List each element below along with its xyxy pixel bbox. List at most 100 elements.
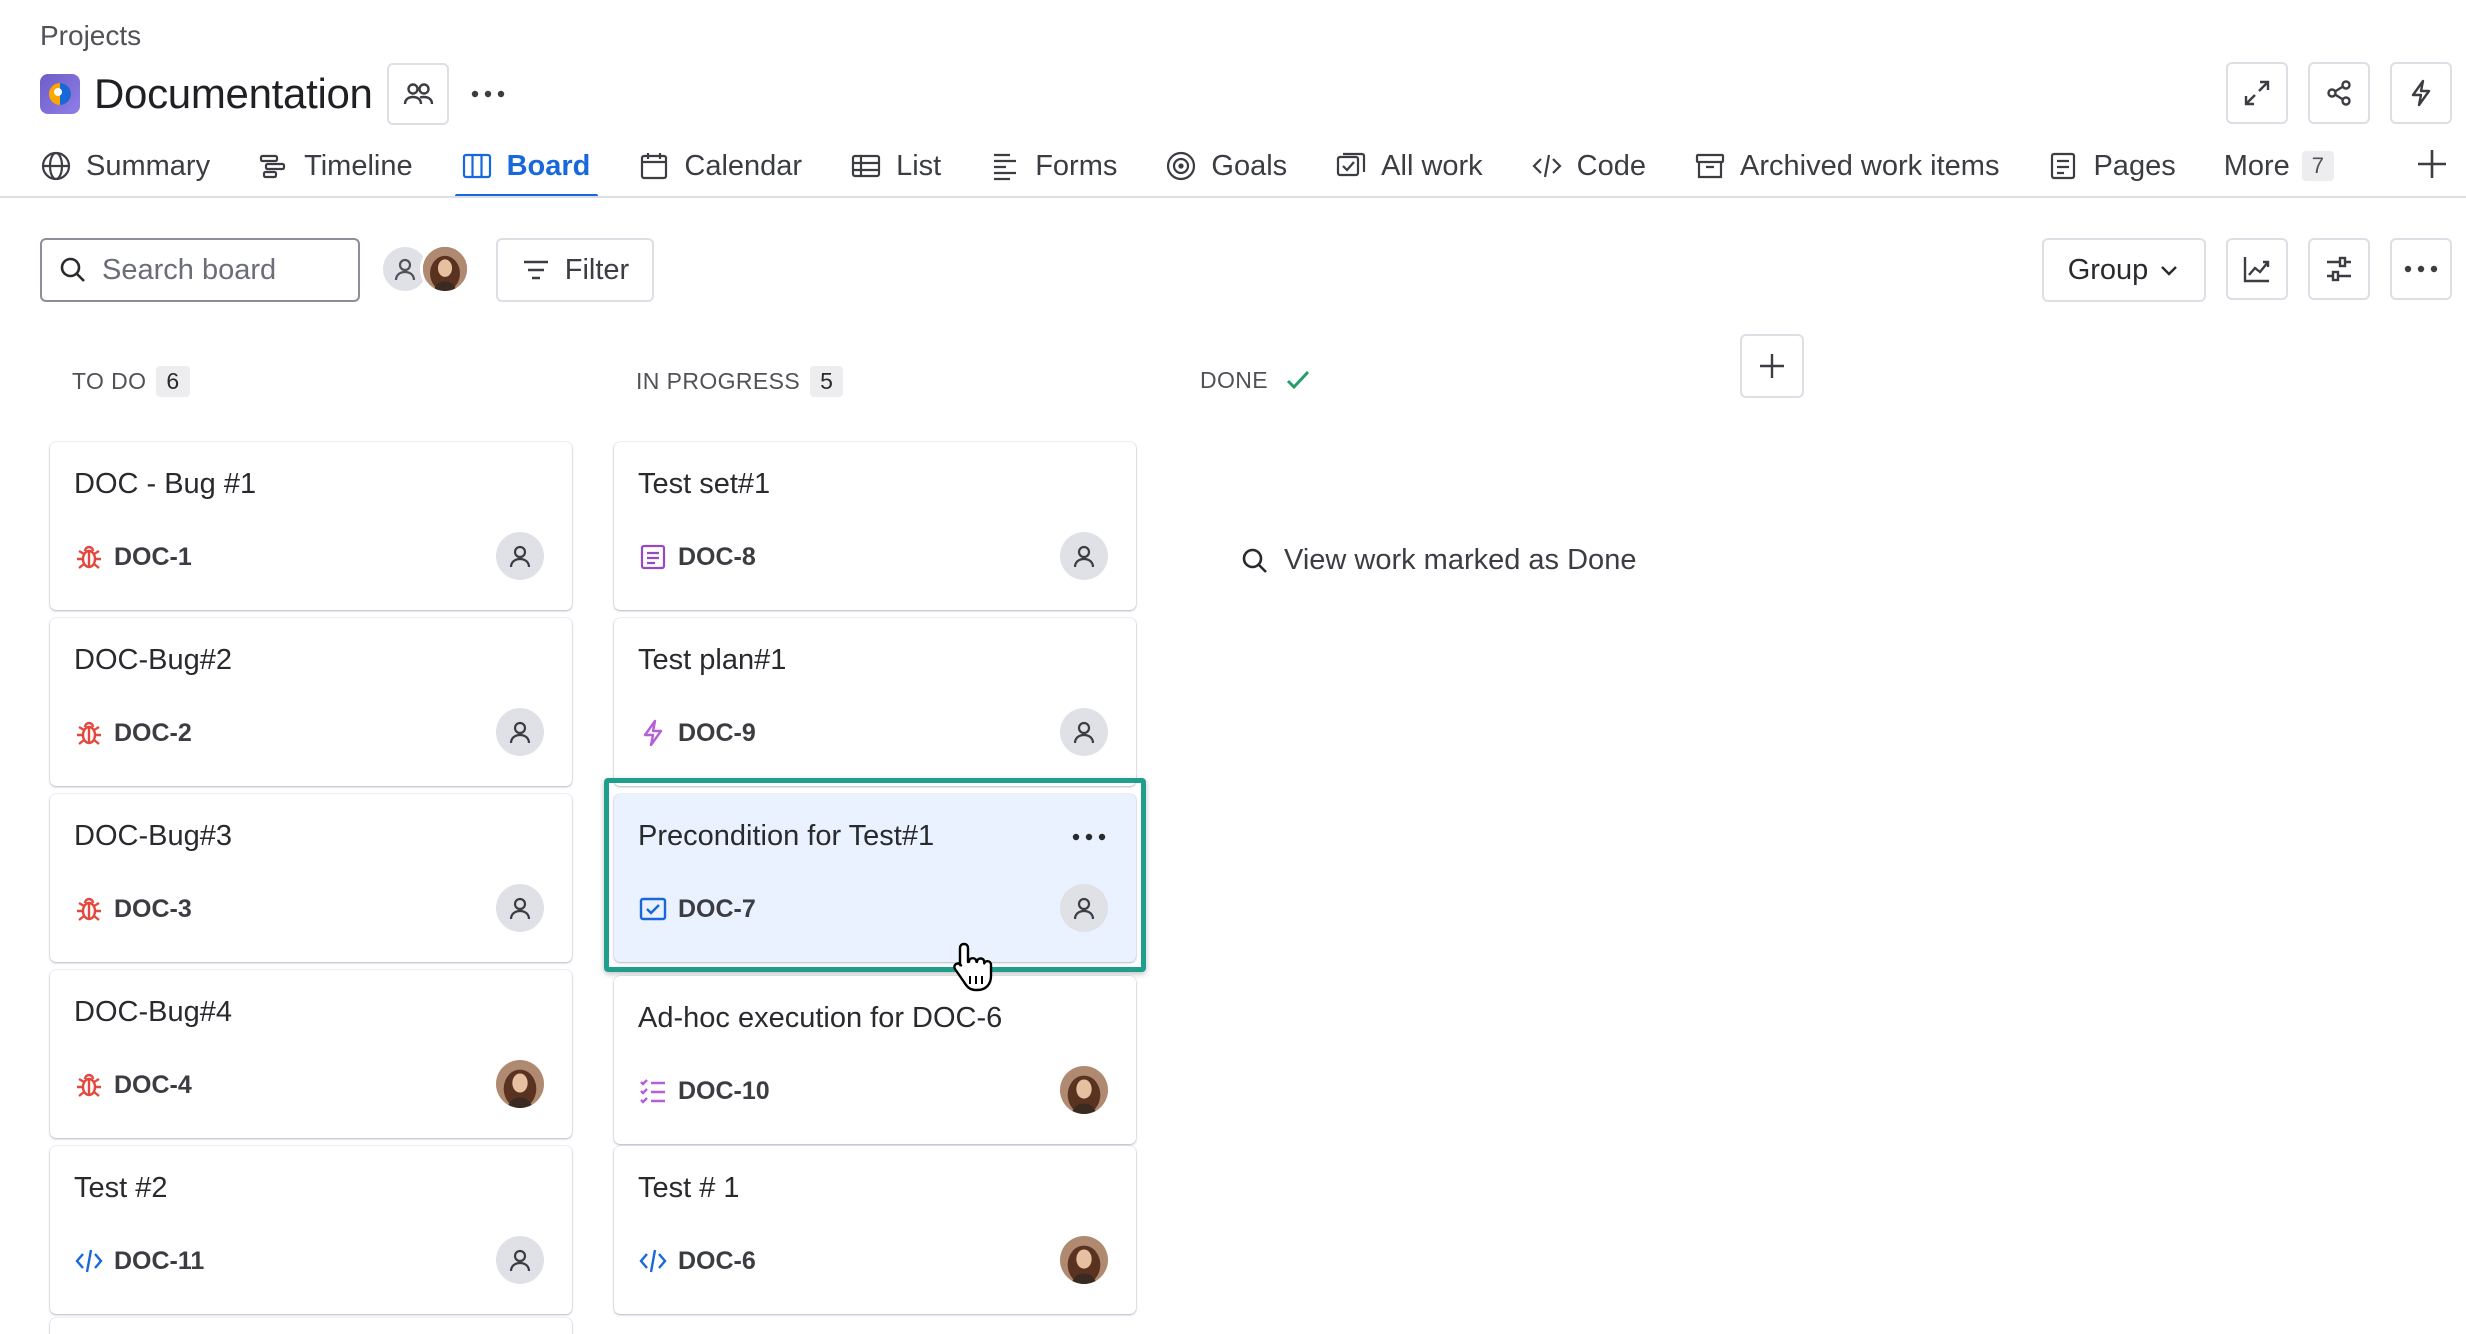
tab-label: Forms xyxy=(1035,149,1118,182)
board-more-button[interactable] xyxy=(2390,238,2452,300)
filter-button[interactable]: Filter xyxy=(496,238,654,302)
chevron-down-icon xyxy=(2161,266,2178,276)
assignee-avatar[interactable] xyxy=(1060,708,1108,756)
automation-button[interactable] xyxy=(2390,62,2452,124)
card-doc-4[interactable]: DOC-Bug#4 DOC-4 xyxy=(50,970,572,1138)
bug-icon xyxy=(77,1073,101,1097)
column-name: TO DO xyxy=(72,368,147,394)
tab-forms[interactable]: Forms xyxy=(989,140,1117,192)
column-header-todo[interactable]: TO DO 6 xyxy=(72,366,190,397)
card-doc-2[interactable]: DOC-Bug#2 DOC-2 xyxy=(50,618,572,786)
assignee-avatar[interactable] xyxy=(496,1060,544,1108)
tab-list[interactable]: List xyxy=(850,140,941,192)
sliders-icon xyxy=(2327,256,2351,282)
goals-icon xyxy=(1167,151,1196,181)
card-key: DOC-8 xyxy=(678,542,756,571)
group-dropdown[interactable]: Group xyxy=(2042,238,2206,302)
tab-timeline[interactable]: Timeline xyxy=(258,140,413,192)
card-doc-8[interactable]: Test set#1 DOC-8 xyxy=(614,442,1136,610)
card-key: DOC-10 xyxy=(678,1076,770,1105)
view-done-link[interactable]: View work marked as Done xyxy=(1240,544,1636,577)
user-photo-icon xyxy=(496,1060,544,1108)
column-name: IN PROGRESS xyxy=(636,368,801,394)
tab-board[interactable]: Board xyxy=(454,140,599,198)
card-title: Test #2 xyxy=(74,1172,168,1204)
card-meta: DOC-2 xyxy=(74,718,192,748)
group-label: Group xyxy=(2067,253,2149,286)
plus-icon xyxy=(1760,354,1784,378)
card-title: Test set#1 xyxy=(638,468,771,500)
tab-calendar[interactable]: Calendar xyxy=(638,140,802,192)
card-meta: DOC-10 xyxy=(638,1076,770,1106)
assignee-avatar[interactable] xyxy=(496,1236,544,1284)
project-tabs: Summary Timeline Board Calendar List For… xyxy=(40,140,2335,198)
search-placeholder: Search board xyxy=(102,253,277,286)
all-work-icon xyxy=(1337,152,1366,177)
card-doc-9[interactable]: Test plan#1 DOC-9 xyxy=(614,618,1136,786)
card-doc-10[interactable]: Ad-hoc execution for DOC-6 DOC-10 xyxy=(614,976,1136,1144)
person-icon xyxy=(1073,721,1095,744)
project-more-button[interactable] xyxy=(457,63,519,125)
card-doc-1[interactable]: DOC - Bug #1 DOC-1 xyxy=(50,442,572,610)
card-key: DOC-3 xyxy=(114,894,192,923)
search-icon xyxy=(60,257,85,282)
tab-code[interactable]: Code xyxy=(1531,140,1646,192)
card-doc-3[interactable]: DOC-Bug#3 DOC-3 xyxy=(50,794,572,962)
column-header-done[interactable]: DONE xyxy=(1200,366,1312,394)
card-partial[interactable] xyxy=(50,1318,572,1334)
person-icon xyxy=(509,721,531,744)
share-button[interactable] xyxy=(2308,62,2370,124)
search-input[interactable]: Search board xyxy=(40,238,360,302)
tab-summary[interactable]: Summary xyxy=(40,140,210,192)
card-key: DOC-6 xyxy=(678,1246,756,1275)
tab-label: Calendar xyxy=(684,149,803,182)
assignee-avatar[interactable] xyxy=(496,532,544,580)
assignee-avatar[interactable] xyxy=(496,884,544,932)
column-header-in-progress[interactable]: IN PROGRESS 5 xyxy=(636,366,844,397)
filter-label: Filter xyxy=(564,253,630,286)
card-title: Test # 1 xyxy=(638,1172,740,1204)
card-title: DOC - Bug #1 xyxy=(74,468,257,500)
assignee-avatar[interactable] xyxy=(1060,1236,1108,1284)
bug-icon xyxy=(77,897,101,921)
more-icon xyxy=(2404,265,2438,273)
card-title: DOC-Bug#2 xyxy=(74,644,232,676)
code-icon xyxy=(1532,154,1562,178)
breadcrumb[interactable]: Projects xyxy=(40,20,141,52)
view-settings-button[interactable] xyxy=(2308,238,2370,300)
user-photo-icon xyxy=(1060,1236,1108,1284)
card-doc-7[interactable]: Precondition for Test#1 DOC-7 xyxy=(614,794,1136,962)
add-tab-button[interactable] xyxy=(2414,146,2450,187)
checklist-icon xyxy=(640,1079,665,1104)
tab-all-work[interactable]: All work xyxy=(1335,140,1483,192)
search-icon xyxy=(1242,548,1267,573)
plus-icon xyxy=(2418,150,2446,178)
assignee-avatar[interactable] xyxy=(1060,532,1108,580)
assignee-avatar[interactable] xyxy=(1060,884,1108,932)
fullscreen-button[interactable] xyxy=(2226,62,2288,124)
forms-icon xyxy=(994,153,1017,181)
tab-more[interactable]: More 7 xyxy=(2224,140,2335,192)
card-title: Precondition for Test#1 xyxy=(638,820,935,852)
person-icon xyxy=(1073,545,1095,568)
tab-label: Code xyxy=(1576,149,1646,182)
card-more-button[interactable] xyxy=(1072,828,1106,846)
column-name: DONE xyxy=(1200,366,1269,393)
user-avatar[interactable] xyxy=(420,244,470,294)
card-doc-6[interactable]: Test # 1 DOC-6 xyxy=(614,1146,1136,1314)
tab-pages[interactable]: Pages xyxy=(2047,140,2176,192)
bug-icon xyxy=(77,545,101,569)
filter-icon xyxy=(523,260,548,280)
card-doc-11[interactable]: Test #2 DOC-11 xyxy=(50,1146,572,1314)
tab-goals[interactable]: Goals xyxy=(1165,140,1287,192)
insights-button[interactable] xyxy=(2226,238,2288,300)
add-column-button[interactable] xyxy=(1740,334,1804,398)
assignee-avatar[interactable] xyxy=(496,708,544,756)
team-button[interactable] xyxy=(386,63,449,125)
tab-archived-work-items[interactable]: Archived work items xyxy=(1694,140,1999,192)
tab-divider xyxy=(0,196,2466,198)
people-icon xyxy=(403,83,433,105)
assignee-avatar[interactable] xyxy=(1060,1066,1108,1114)
chart-line-icon xyxy=(2243,257,2270,283)
bug-icon xyxy=(77,721,101,745)
